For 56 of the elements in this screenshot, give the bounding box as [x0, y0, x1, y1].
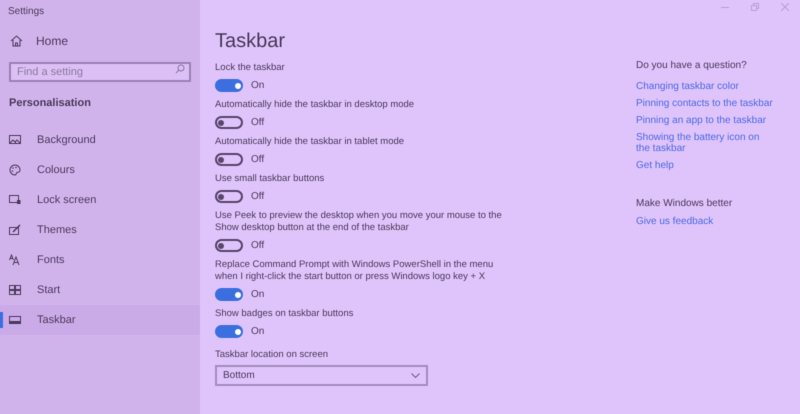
nav-item[interactable]: Taskbar: [0, 305, 200, 335]
toggle-switch[interactable]: [215, 190, 243, 203]
toggle-state: Off: [251, 190, 264, 204]
home-icon: [10, 35, 23, 47]
font-icon: [9, 254, 21, 266]
setting-label: Use Peek to preview the desktop when you move your mouse to the Show desktop button at the end of the taskbar: [215, 210, 503, 234]
toggle-state: On: [251, 325, 264, 339]
search-icon: [175, 64, 185, 74]
picture-icon: [9, 134, 21, 146]
brush-icon: [9, 224, 21, 236]
toggle-switch[interactable]: [215, 79, 243, 92]
nav-item[interactable]: Themes: [0, 215, 200, 245]
page-title: Taskbar: [215, 29, 286, 53]
toggle-state: Off: [251, 239, 264, 253]
toggle-state: On: [251, 79, 264, 93]
search-field[interactable]: Find a setting: [9, 62, 191, 82]
feedback-link[interactable]: Give us feedback: [636, 215, 790, 228]
window-title: Settings: [7, 5, 46, 19]
toggle-state: Off: [251, 116, 264, 130]
nav-item[interactable]: Colours: [0, 155, 200, 185]
palette-icon: [9, 164, 21, 176]
help-link[interactable]: Pinning contacts to the taskbar: [636, 98, 776, 109]
setting-label: Replace Command Prompt with Windows PowerShell in the menu when I right-click the start button or press Windows logo key + X: [215, 259, 494, 283]
toggle-switch[interactable]: [215, 153, 243, 166]
help-link[interactable]: Changing taskbar color: [636, 81, 776, 92]
toggle-switch[interactable]: [215, 325, 243, 338]
setting-label: Automatically hide the taskbar in tablet mode: [215, 136, 406, 148]
help-heading: Do you have a question?: [636, 59, 748, 72]
setting-label: Lock the taskbar: [215, 62, 286, 74]
nav-item[interactable]: Fonts: [0, 245, 200, 275]
taskbar-icon: [9, 314, 21, 326]
setting-label: Show badges on taskbar buttons: [215, 308, 354, 320]
setting-label: Use small taskbar buttons: [215, 173, 326, 185]
monitor-lock-icon: [9, 194, 21, 206]
nav-item[interactable]: Background: [0, 125, 200, 155]
help-link[interactable]: Pinning an app to the taskbar: [636, 115, 776, 126]
help-link[interactable]: Showing the battery icon on the taskbar: [636, 132, 776, 154]
toggle-switch[interactable]: [215, 239, 243, 252]
feedback-heading: Make Windows better: [636, 197, 734, 210]
toggle-switch[interactable]: [215, 116, 243, 129]
tiles-icon: [9, 284, 21, 296]
toggle-state: On: [251, 288, 264, 302]
home-link[interactable]: Home: [0, 30, 200, 52]
nav-item[interactable]: Start: [0, 275, 200, 305]
close-icon: [781, 3, 789, 11]
toggle-state: Off: [251, 153, 264, 167]
location-dropdown[interactable]: Bottom: [215, 365, 428, 386]
help-link[interactable]: Get help: [636, 160, 776, 171]
setting-label: Automatically hide the taskbar in desktop mode: [215, 99, 416, 111]
chevron-down-icon: [411, 373, 420, 378]
section-heading: Personalisation: [8, 96, 92, 111]
minimize-icon: [721, 6, 729, 8]
restore-icon: [751, 3, 759, 11]
toggle-switch[interactable]: [215, 288, 243, 301]
setting-label: Taskbar location on screen: [215, 349, 330, 361]
nav-item[interactable]: Lock screen: [0, 185, 200, 215]
